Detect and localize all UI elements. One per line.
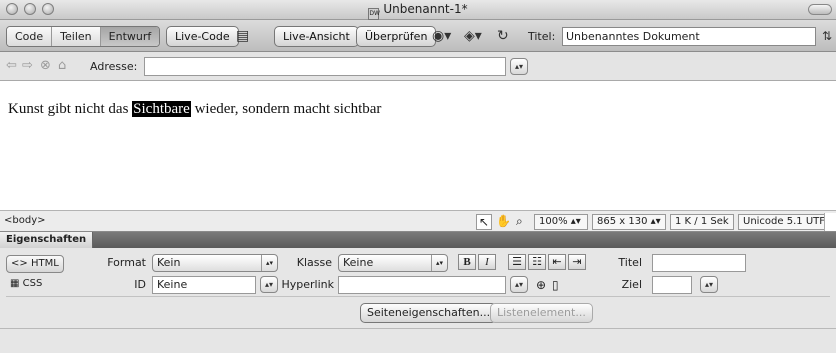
ordered-list-icon[interactable]: ☷	[528, 254, 546, 270]
address-bar: ⇦ ⇨ ⊗ ⌂ Adresse: ▴▾ ▤▾	[0, 52, 836, 126]
title-attr-input[interactable]	[652, 254, 746, 272]
address-dropdown-button[interactable]: ▴▾	[510, 58, 528, 75]
live-code-button[interactable]: Live-Code	[166, 26, 239, 47]
encoding-info: Unicode 5.1 UTF-8	[738, 214, 836, 230]
id-input[interactable]: Keine	[152, 276, 256, 294]
zoom-tool-icon[interactable]: ⌕	[516, 214, 523, 228]
text-before: Kunst gibt nicht das	[8, 101, 133, 117]
list-item-button[interactable]: Listenelement...	[490, 303, 593, 323]
css-label: CSS	[22, 278, 43, 289]
outdent-icon[interactable]: ⇤	[548, 254, 566, 270]
id-label: ID	[134, 278, 146, 291]
unordered-list-icon[interactable]: ☰	[508, 254, 526, 270]
class-label: Klasse	[296, 256, 332, 269]
check-button[interactable]: Überprüfen	[356, 26, 437, 47]
class-value: Keine	[343, 256, 374, 269]
css-mode-button[interactable]: ▦ CSS	[6, 276, 64, 294]
tag-selector[interactable]: <body>	[4, 215, 46, 226]
file-size-info: 1 K / 1 Sek	[670, 214, 734, 230]
title-label: Titel:	[528, 30, 556, 43]
divider	[0, 328, 836, 329]
format-select[interactable]: Kein ▴▾	[152, 254, 278, 272]
stop-icon[interactable]: ⊗	[40, 59, 51, 73]
browse-folder-icon[interactable]: ▯	[552, 278, 559, 292]
hyperlink-input[interactable]	[338, 276, 506, 294]
format-label: Format	[107, 256, 146, 269]
file-management-icon[interactable]: ⇅	[822, 28, 832, 44]
address-label: Adresse:	[90, 60, 138, 73]
tab-split[interactable]: Teilen	[52, 27, 101, 46]
document-toolbar: Code Teilen Entwurf Live-Code ▤ Live-Ans…	[0, 20, 836, 52]
browser-preview-icon[interactable]: ◉▾	[432, 28, 451, 44]
selected-text[interactable]: Sichtbare	[132, 101, 191, 117]
document-icon: DW	[368, 8, 380, 20]
class-select[interactable]: Keine ▴▾	[338, 254, 448, 272]
chevron-updown-icon: ▴▾	[261, 255, 277, 271]
design-view[interactable]: Kunst gibt nicht das Sichtbare wieder, s…	[0, 81, 836, 210]
zoom-select[interactable]: 100% ▴▾	[534, 214, 588, 230]
hand-tool-icon[interactable]: ✋	[496, 214, 511, 228]
html-icon: <>	[11, 258, 28, 269]
visual-aids-icon[interactable]: ◈▾	[464, 28, 482, 44]
point-to-file-icon[interactable]: ⊕	[536, 278, 546, 292]
target-input[interactable]	[652, 276, 692, 294]
home-icon[interactable]: ⌂	[58, 59, 66, 73]
pointer-tool-icon[interactable]: ↖	[476, 214, 492, 230]
id-dropdown-button[interactable]: ▴▾	[260, 276, 278, 293]
window-size-select[interactable]: 865 x 130 ▴▾	[592, 214, 666, 230]
italic-button[interactable]: I	[478, 254, 496, 270]
css-icon: ▦	[10, 278, 20, 289]
format-value: Kein	[157, 256, 181, 269]
back-icon[interactable]: ⇦	[6, 59, 17, 73]
resize-handle[interactable]	[824, 213, 836, 231]
hyperlink-label: Hyperlink	[281, 278, 334, 291]
hyperlink-dropdown-button[interactable]: ▴▾	[510, 276, 528, 293]
text-after: wieder, sondern macht sichtbar	[190, 101, 382, 117]
divider	[6, 296, 830, 297]
properties-tab[interactable]: Eigenschaften	[0, 232, 94, 248]
indent-icon[interactable]: ⇥	[568, 254, 586, 270]
status-bar: <body> ↖ ✋ ⌕ 100% ▴▾ 865 x 130 ▴▾ 1 K / …	[0, 210, 836, 232]
zoom-value: 100%	[539, 216, 568, 227]
live-view-button[interactable]: Live-Ansicht	[274, 26, 359, 47]
view-switcher: Code Teilen Entwurf	[6, 26, 161, 47]
window-size-value: 865 x 130	[597, 216, 648, 227]
properties-panel-header: Eigenschaften	[0, 232, 836, 248]
forward-icon[interactable]: ⇨	[22, 59, 33, 73]
toolbar-toggle-button[interactable]	[808, 4, 832, 15]
target-dropdown-button[interactable]: ▴▾	[700, 276, 718, 293]
title-attr-label: Titel	[618, 256, 642, 269]
html-mode-button[interactable]: <> HTML	[6, 255, 64, 273]
document-paragraph[interactable]: Kunst gibt nicht das Sichtbare wieder, s…	[8, 101, 381, 118]
bold-button[interactable]: B	[458, 254, 476, 270]
tab-code[interactable]: Code	[7, 27, 53, 46]
inspect-icon[interactable]: ▤	[236, 28, 249, 44]
window-title-text: Unbenannt-1*	[383, 2, 468, 16]
properties-panel: <> HTML ▦ CSS Format Kein ▴▾ Klasse Keine…	[0, 248, 836, 353]
html-label: HTML	[30, 258, 59, 269]
chevron-updown-icon: ▴▾	[431, 255, 447, 271]
refresh-icon[interactable]: ↻	[497, 28, 509, 44]
document-title-input[interactable]: Unbenanntes Dokument	[562, 27, 816, 46]
window-title: DW Unbenannt-1*	[0, 2, 836, 20]
tab-design[interactable]: Entwurf	[100, 27, 160, 46]
window-titlebar: DW Unbenannt-1*	[0, 0, 836, 20]
target-label: Ziel	[621, 278, 642, 291]
page-properties-button[interactable]: Seiteneigenschaften...	[360, 303, 498, 323]
address-input[interactable]	[144, 57, 506, 76]
